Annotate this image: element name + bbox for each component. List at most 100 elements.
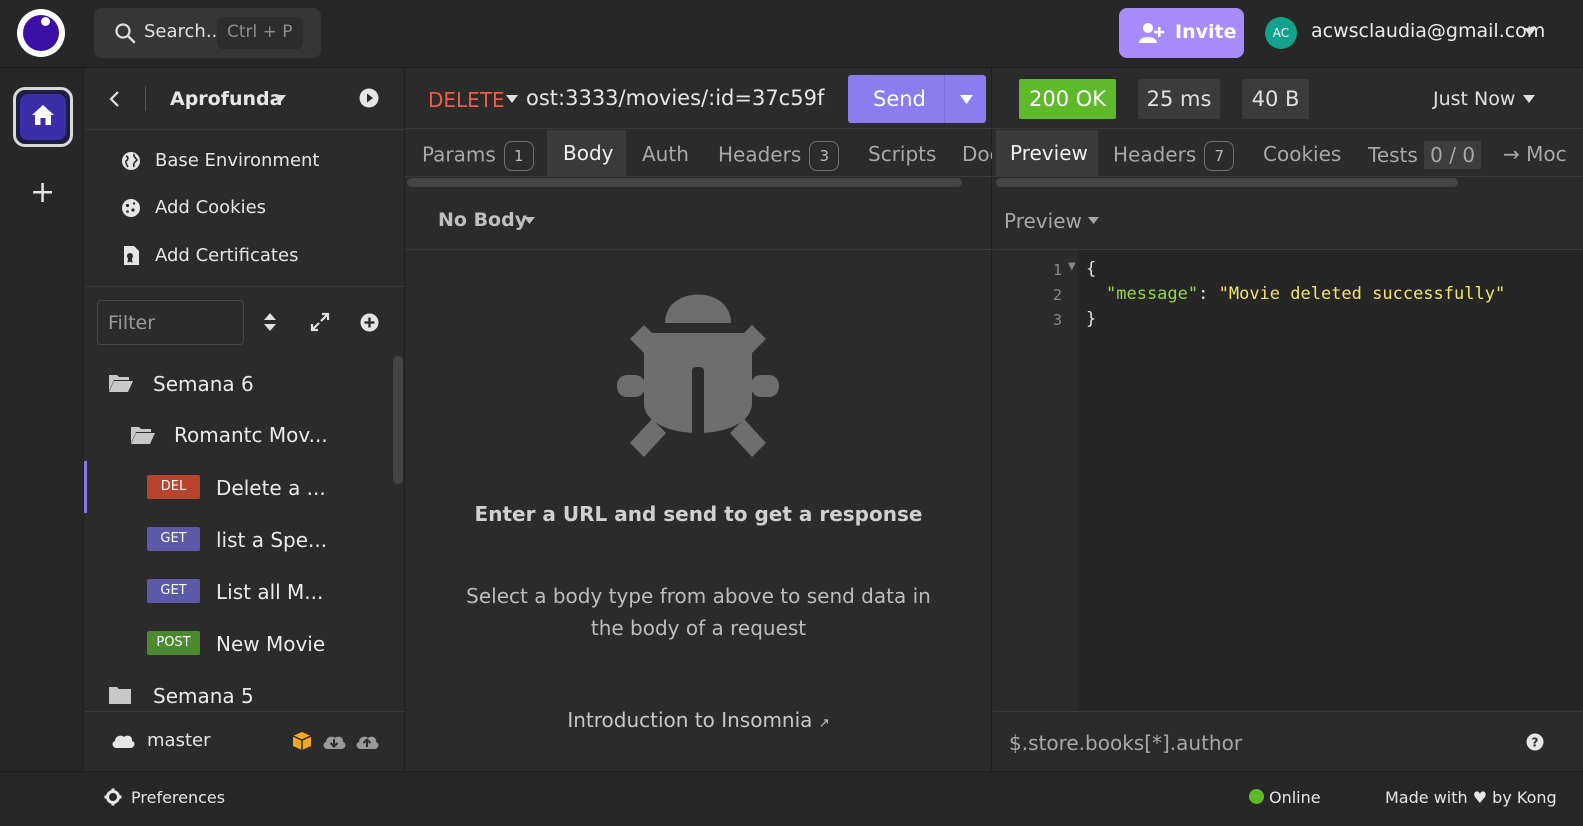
tab-label: Tests	[1368, 143, 1418, 167]
tab-params[interactable]: Params 1	[422, 141, 534, 171]
json-string: "Movie deleted successfully"	[1218, 284, 1506, 304]
search-shortcut: Ctrl + P	[217, 17, 303, 49]
cloud-download-icon[interactable]	[322, 732, 346, 750]
tab-label: Headers	[1113, 142, 1197, 167]
chevron-down-icon[interactable]	[524, 217, 535, 224]
expand-icon[interactable]	[310, 312, 330, 332]
tab-preview[interactable]: Preview	[996, 130, 1098, 177]
chevron-down-icon[interactable]	[1088, 217, 1099, 224]
sort-icon[interactable]	[263, 312, 277, 332]
chevron-down-icon[interactable]	[506, 95, 518, 103]
home-button[interactable]	[13, 87, 73, 147]
folder-semana-5[interactable]: Semana 5	[153, 684, 254, 708]
folder-semana-6[interactable]: Semana 6	[153, 372, 254, 396]
tabs-scrollbar[interactable]	[996, 178, 1458, 187]
invite-button[interactable]: Invite	[1119, 8, 1244, 58]
globe-icon	[122, 152, 140, 170]
folder-romantic-movies[interactable]: Romantc Mov...	[174, 423, 328, 447]
tabs-scrollbar[interactable]	[407, 178, 962, 187]
status-badge: 200 OK	[1019, 79, 1116, 119]
divider	[84, 286, 405, 287]
tab-response-headers[interactable]: Headers 7	[1113, 141, 1235, 171]
cookie-icon	[122, 199, 140, 217]
response-filter-input[interactable]: $.store.books[*].author	[993, 711, 1583, 771]
preferences-button[interactable]: Preferences	[131, 788, 225, 807]
json-colon: :	[1198, 284, 1219, 304]
size-badge: 40 B	[1242, 79, 1309, 119]
add-request-icon[interactable]	[360, 313, 379, 332]
base-environment-item[interactable]: Base Environment	[155, 150, 320, 171]
add-project-button[interactable]: +	[30, 175, 55, 210]
request-item[interactable]: Delete a ...	[216, 476, 326, 500]
history-select[interactable]: Just Now	[1433, 88, 1515, 110]
count-badge: 1	[503, 141, 534, 171]
time-badge: 25 ms	[1138, 79, 1220, 119]
folder-icon	[109, 687, 131, 704]
method-badge: GET	[147, 579, 200, 603]
filter-input[interactable]: Filter	[97, 300, 244, 345]
user-email[interactable]: acwsclaudia@gmail.com	[1311, 20, 1545, 42]
divider	[84, 129, 405, 130]
line-number: 3	[1052, 311, 1062, 329]
bug-icon	[617, 294, 779, 457]
chevron-down-icon[interactable]	[274, 95, 286, 103]
tests-count: 0 / 0	[1424, 141, 1482, 169]
tab-tests[interactable]: Tests 0 / 0	[1368, 141, 1482, 169]
tab-docs[interactable]: Doc	[962, 142, 992, 166]
chevron-down-icon[interactable]	[1524, 28, 1536, 36]
heart-icon: ♥	[1472, 788, 1488, 807]
json-key: "message"	[1106, 284, 1199, 304]
divider	[145, 86, 146, 111]
invite-label: Invite	[1175, 21, 1237, 43]
insomnia-logo[interactable]	[17, 9, 65, 57]
workspace-name[interactable]: Aprofunda	[170, 88, 282, 110]
cloud-upload-icon[interactable]	[355, 732, 379, 750]
tab-label: Params	[422, 142, 496, 167]
request-item[interactable]: New Movie	[216, 632, 325, 656]
online-status: Online	[1269, 788, 1321, 807]
code-line: {	[1086, 259, 1097, 279]
tab-headers[interactable]: Headers 3	[718, 141, 840, 171]
branch-name[interactable]: master	[147, 730, 210, 751]
chevron-down-icon[interactable]	[960, 95, 973, 104]
request-item[interactable]: List all M...	[216, 580, 323, 604]
avatar[interactable]: AC	[1265, 17, 1297, 49]
package-icon[interactable]	[292, 731, 312, 751]
back-icon[interactable]	[108, 90, 120, 108]
by-kong-label: by Kong	[1492, 788, 1557, 807]
tab-scripts[interactable]: Scripts	[868, 142, 936, 166]
search-label: Search..	[144, 21, 218, 42]
body-type-select[interactable]: No Body	[438, 209, 527, 231]
home-icon	[32, 105, 54, 125]
chevron-down-icon[interactable]	[1523, 95, 1535, 103]
tab-mock[interactable]: → Moc	[1503, 142, 1583, 166]
tab-body[interactable]: Body	[547, 130, 626, 177]
active-indicator	[84, 461, 87, 513]
help-icon[interactable]: ?	[1526, 733, 1544, 751]
line-number: 2	[1052, 286, 1062, 304]
request-item[interactable]: list a Spe...	[216, 528, 327, 552]
code-viewer[interactable]	[1078, 250, 1583, 710]
preview-mode-select[interactable]: Preview	[1004, 209, 1082, 233]
url-input[interactable]: ost:3333/movies/:id=37c59f22-1	[526, 86, 826, 110]
folder-open-icon	[131, 427, 155, 444]
certificate-icon	[124, 246, 139, 265]
folder-open-icon	[109, 375, 133, 392]
tab-cookies[interactable]: Cookies	[1263, 142, 1341, 166]
run-icon[interactable]	[359, 88, 379, 108]
method-badge: DEL	[147, 475, 200, 499]
intro-link[interactable]: Introduction to Insomnia ↗	[405, 708, 992, 732]
tab-auth[interactable]: Auth	[642, 142, 689, 166]
made-with-kong[interactable]: Made with ♥ by Kong	[1385, 788, 1557, 807]
method-select[interactable]: DELETE	[428, 88, 505, 112]
add-certificates-item[interactable]: Add Certificates	[155, 245, 298, 266]
cloud-icon	[112, 735, 135, 748]
send-button[interactable]: Send	[848, 75, 986, 123]
send-label: Send	[873, 87, 926, 111]
fold-icon[interactable]: ▼	[1068, 261, 1076, 272]
add-cookies-item[interactable]: Add Cookies	[155, 197, 266, 218]
divider	[405, 249, 992, 250]
count-badge: 3	[809, 141, 840, 171]
method-badge: POST	[147, 631, 200, 655]
sidebar-scrollbar[interactable]	[393, 356, 403, 484]
